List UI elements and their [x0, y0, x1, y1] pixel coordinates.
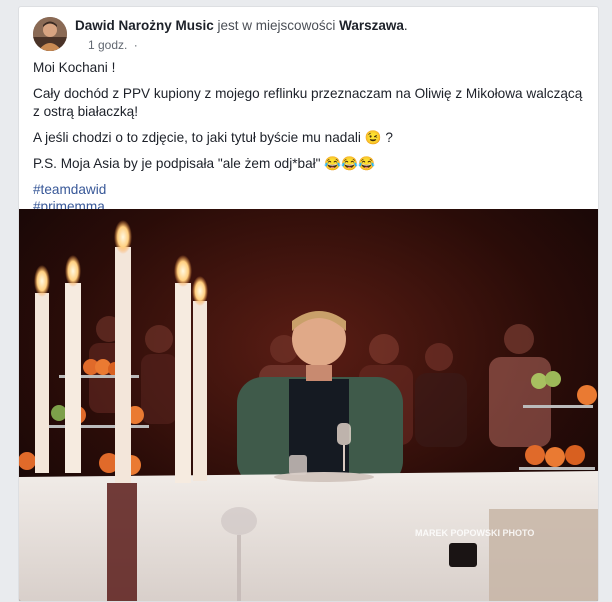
photo-image: MAREK POPOWSKI PHOTO [19, 209, 598, 601]
post-body: Moi Kochani ! Cały dochód z PPV kupiony … [33, 59, 588, 215]
post-meta: 1 godz. · [88, 38, 138, 52]
post-timestamp[interactable]: 1 godz. [88, 38, 127, 52]
post-card: Dawid Narożny Music jest w miejscowości … [18, 6, 599, 602]
post-photo[interactable]: MAREK POPOWSKI PHOTO [19, 209, 598, 601]
location-period: . [403, 18, 408, 33]
hashtag-link[interactable]: #teamdawid [33, 181, 588, 198]
post-paragraph: A jeśli chodzi o to zdjęcie, to jaki tyt… [33, 130, 393, 145]
separator-dot: · [133, 38, 138, 52]
photo-watermark: MAREK POPOWSKI PHOTO [415, 528, 534, 538]
avatar-image [33, 17, 67, 51]
author-name[interactable]: Dawid Narożny Music [75, 18, 214, 33]
author-avatar[interactable] [33, 17, 67, 51]
post-paragraph: P.S. Moja Asia by je podpisała "ale żem … [33, 156, 376, 171]
post-paragraph: Moi Kochani ! [33, 60, 116, 75]
location-link[interactable]: Warszawa [339, 18, 404, 33]
post-header: Dawid Narożny Music jest w miejscowości … [33, 17, 588, 57]
post-paragraph: Cały dochód z PPV kupiony z mojego refli… [33, 86, 583, 119]
location-prefix: jest w miejscowości [217, 18, 336, 33]
author-line: Dawid Narożny Music jest w miejscowości … [75, 18, 408, 33]
